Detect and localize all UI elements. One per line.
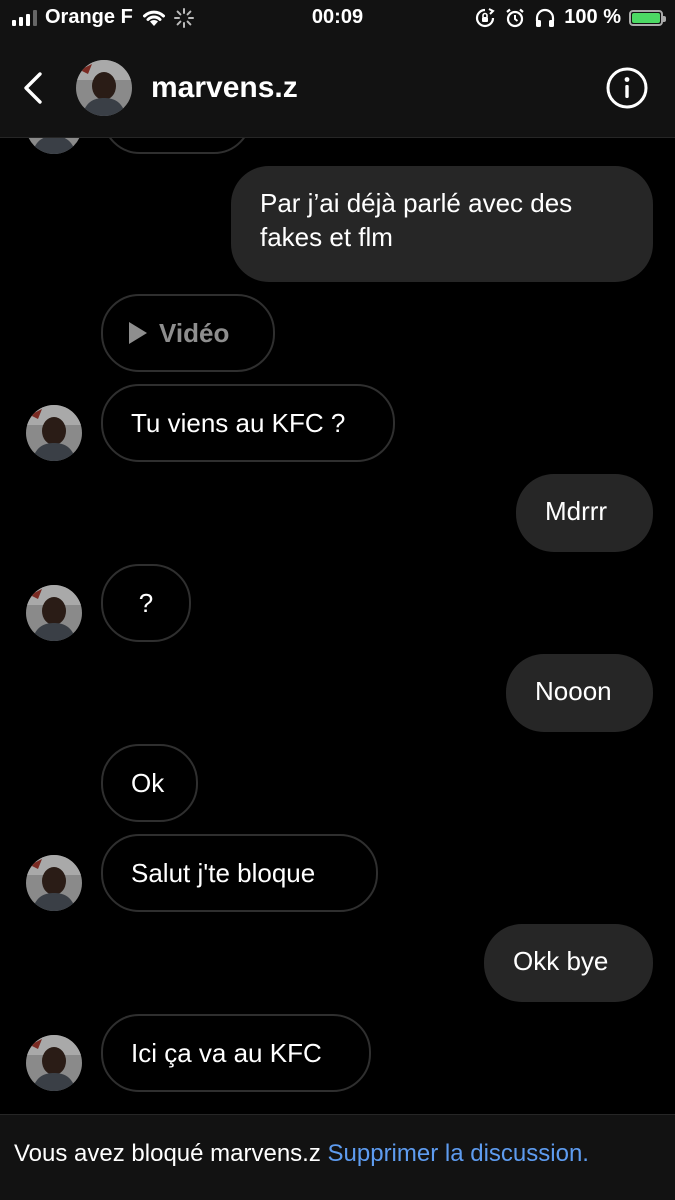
- status-bar: Orange F 00:09 100 %: [0, 0, 675, 38]
- message-text: Salut j'te bloque: [131, 858, 316, 888]
- alarm-icon: [506, 8, 524, 27]
- headphones-icon: [536, 8, 555, 27]
- avatar[interactable]: [26, 585, 82, 641]
- message-bubble-incoming[interactable]: Tu viens au KFC ?: [101, 384, 395, 462]
- info-icon[interactable]: [605, 66, 649, 110]
- avatar[interactable]: [76, 60, 132, 116]
- message-text: Par j’ai déjà parlé avec des fakes et fl…: [260, 188, 573, 252]
- message-bubble-incoming[interactable]: Ok: [101, 744, 198, 822]
- play-icon: [129, 322, 147, 344]
- blocked-notice: Vous avez bloqué marvens.z Supprimer la …: [0, 1114, 675, 1200]
- video-label: Vidéo: [159, 318, 230, 348]
- back-chevron-icon[interactable]: [20, 70, 50, 106]
- message-bubble-partial[interactable]: [102, 138, 252, 154]
- message-bubble-outgoing[interactable]: Par j’ai déjà parlé avec des fakes et fl…: [231, 166, 653, 282]
- message-thread[interactable]: Par j’ai déjà parlé avec des fakes et fl…: [0, 138, 675, 1114]
- battery-percent: 100 %: [564, 6, 621, 28]
- avatar[interactable]: [26, 405, 82, 461]
- video-message-bubble[interactable]: Vidéo: [101, 294, 275, 372]
- orientation-lock-icon: [476, 7, 495, 27]
- message-text: Nooon: [535, 676, 612, 706]
- status-right: 100 %: [474, 6, 666, 29]
- message-text: Ici ça va au KFC: [131, 1038, 322, 1068]
- battery-charging-icon: [629, 9, 666, 26]
- avatar[interactable]: [26, 855, 82, 911]
- message-text: Okk bye: [513, 946, 609, 976]
- message-bubble-outgoing[interactable]: Nooon: [506, 654, 653, 732]
- message-bubble-outgoing[interactable]: Mdrrr: [516, 474, 653, 552]
- message-text: Tu viens au KFC ?: [131, 408, 346, 438]
- profile-photo: [26, 855, 82, 911]
- blocked-text: Vous avez bloqué marvens.z: [14, 1140, 321, 1167]
- message-text: ?: [138, 588, 154, 618]
- profile-photo: [26, 138, 82, 154]
- message-bubble-incoming[interactable]: Ici ça va au KFC: [101, 1014, 371, 1092]
- profile-photo: [26, 1035, 82, 1091]
- message-bubble-incoming[interactable]: ?: [101, 564, 191, 642]
- message-text: Ok: [131, 768, 165, 798]
- conversation-username[interactable]: marvens.z: [151, 70, 298, 106]
- avatar[interactable]: [26, 1035, 82, 1091]
- conversation-header: marvens.z: [0, 38, 675, 138]
- avatar[interactable]: [26, 138, 82, 154]
- message-bubble-incoming[interactable]: Salut j'te bloque: [101, 834, 378, 912]
- profile-photo: [76, 60, 132, 116]
- delete-conversation-link[interactable]: Supprimer la discussion.: [328, 1140, 589, 1167]
- message-bubble-outgoing[interactable]: Okk bye: [484, 924, 653, 1002]
- profile-photo: [26, 405, 82, 461]
- profile-photo: [26, 585, 82, 641]
- message-text: Mdrrr: [545, 496, 608, 526]
